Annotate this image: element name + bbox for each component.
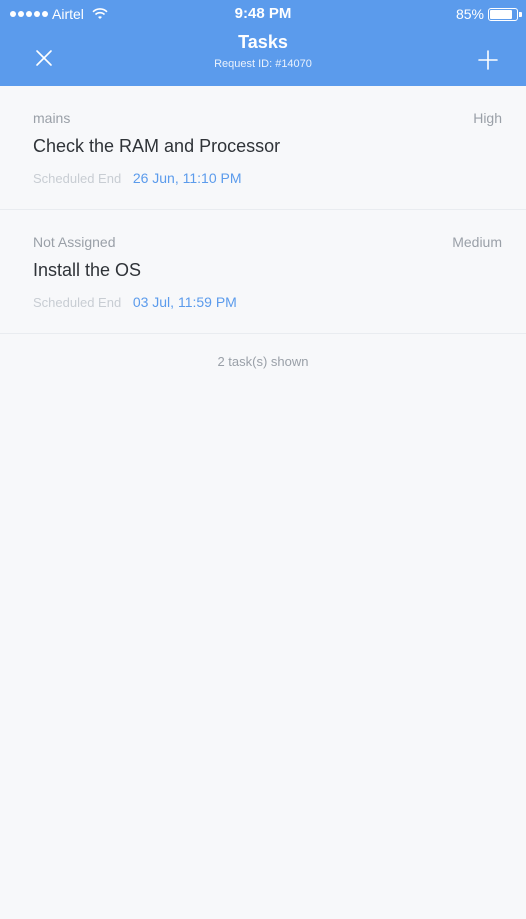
task-title: Check the RAM and Processor [33,136,281,156]
add-task-button[interactable] [468,40,508,80]
status-bar: Airtel 9:48 PM 85% [0,0,526,30]
task-list: mains High Check the RAM and Processor S… [0,86,526,334]
page-title: Tasks [238,32,288,52]
task-priority: High [473,110,502,126]
task-schedule: Scheduled End 03 Jul, 11:59 PM [33,294,237,310]
task-title: Install the OS [33,260,142,280]
task-count: 2 task(s) shown [217,354,309,369]
task-assignee: mains [33,110,71,126]
scheduled-end-label: Scheduled End [33,295,122,310]
request-id: Request ID: #14070 [214,58,312,70]
task-item[interactable]: Not Assigned Medium Install the OS Sched… [0,210,526,334]
status-time: 9:48 PM [234,5,292,22]
status-right: 85% [455,6,522,22]
plus-icon [478,50,498,70]
scheduled-end-label: Scheduled End [33,171,122,186]
battery-icon [488,7,522,21]
task-item[interactable]: mains High Check the RAM and Processor S… [0,86,526,210]
scheduled-end-value: 26 Jun, 11:10 PM [132,170,242,186]
task-priority: Medium [452,234,502,250]
task-assignee: Not Assigned [33,234,116,250]
scheduled-end-value: 03 Jul, 11:59 PM [132,294,237,310]
task-schedule: Scheduled End 26 Jun, 11:10 PM [33,170,242,186]
app-header: Airtel 9:48 PM 85% Tasks Request ID: #14… [0,0,526,86]
battery-percent: 85% [455,6,484,22]
